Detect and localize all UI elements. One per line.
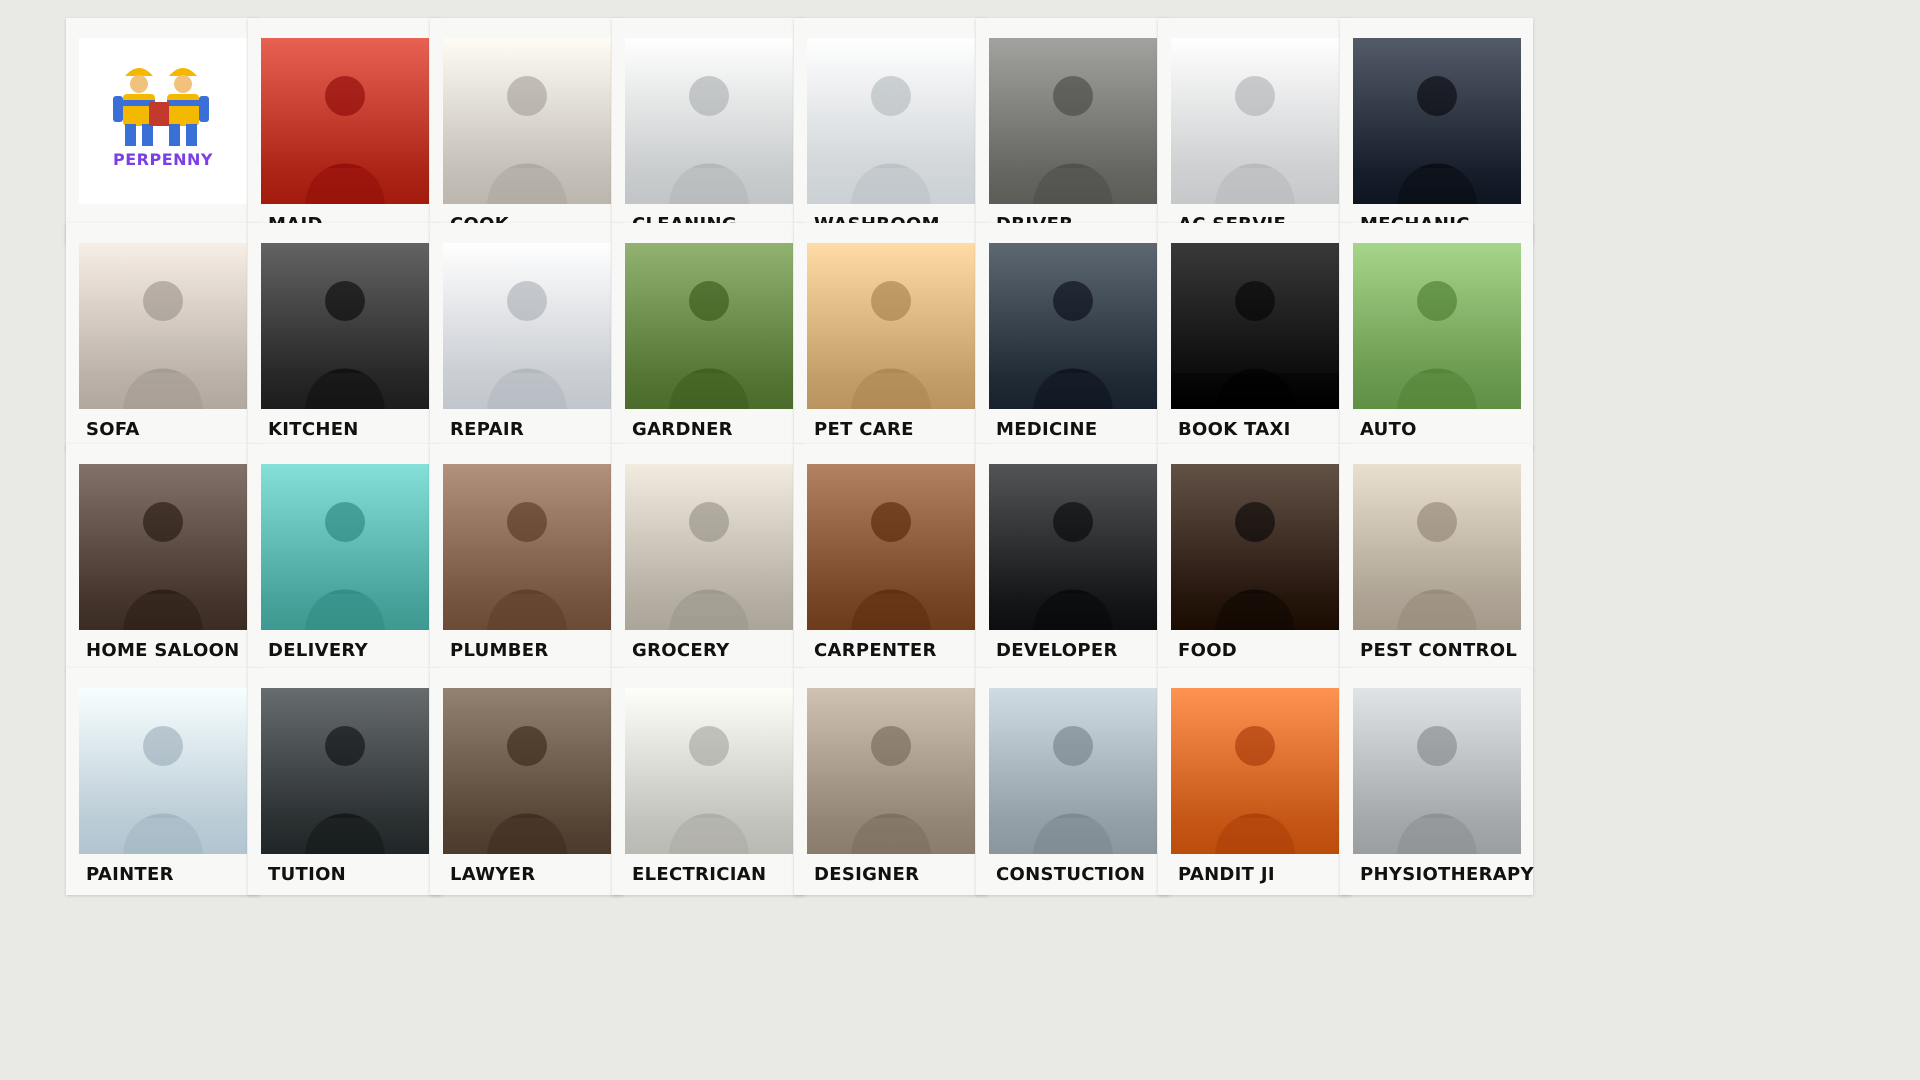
service-label: TUTION bbox=[268, 864, 347, 885]
medicine-box-photo bbox=[989, 243, 1157, 409]
lawyer-desk-photo bbox=[443, 688, 611, 854]
service-label: FOOD bbox=[1178, 640, 1238, 661]
service-card-grocery[interactable]: GROCERY bbox=[612, 444, 805, 671]
service-card-constuction[interactable]: CONSTUCTION bbox=[976, 668, 1169, 895]
service-card-home-saloon[interactable]: HOME SALOON bbox=[66, 444, 259, 671]
service-card-ac-servie[interactable]: AC SERVIE bbox=[1158, 18, 1351, 245]
service-label: ELECTRICIAN bbox=[632, 864, 767, 885]
designers-table-photo bbox=[807, 688, 975, 854]
service-card-auto[interactable]: AUTO bbox=[1340, 223, 1533, 450]
pandit-photo bbox=[1171, 688, 1339, 854]
service-card-electrician[interactable]: ELECTRICIAN bbox=[612, 668, 805, 895]
service-card-gardner[interactable]: GARDNER bbox=[612, 223, 805, 450]
electrician-photo bbox=[625, 688, 793, 854]
service-grid: PERPENNY MAIDCOOKCLEANINGWASHROOMDRIVERAC… bbox=[0, 0, 1920, 1080]
construction-site-photo bbox=[989, 688, 1157, 854]
mopping-photo bbox=[625, 38, 793, 204]
service-card-sofa[interactable]: SOFA bbox=[66, 223, 259, 450]
grocery-delivery-photo bbox=[625, 464, 793, 630]
service-card-maid[interactable]: MAID bbox=[248, 18, 441, 245]
physio-photo bbox=[1353, 688, 1521, 854]
service-card-cleaning[interactable]: CLEANING bbox=[612, 18, 805, 245]
wall-painter-photo bbox=[79, 688, 247, 854]
carpenter-photo bbox=[807, 464, 975, 630]
service-card-mechanic[interactable]: MECHANIC bbox=[1340, 18, 1533, 245]
service-card-driver[interactable]: DRIVER bbox=[976, 18, 1169, 245]
parcel-delivery-photo bbox=[261, 464, 429, 630]
service-label: HOME SALOON bbox=[86, 640, 240, 661]
service-card-food[interactable]: FOOD bbox=[1158, 444, 1351, 671]
chef-photo bbox=[443, 38, 611, 204]
service-card-repair[interactable]: REPAIR bbox=[430, 223, 623, 450]
brand-logo-image: PERPENNY bbox=[79, 38, 247, 204]
service-label: AUTO bbox=[1360, 419, 1417, 440]
service-label: PAINTER bbox=[86, 864, 174, 885]
service-label: REPAIR bbox=[450, 419, 524, 440]
service-card-physiotherapy[interactable]: PHYSIOTHERAPY bbox=[1340, 668, 1534, 895]
taxi-sign-photo bbox=[1171, 243, 1339, 409]
service-card-washroom[interactable]: WASHROOM bbox=[794, 18, 987, 245]
service-label: PHYSIOTHERAPY bbox=[1360, 864, 1534, 885]
workers-logo-icon bbox=[113, 68, 209, 146]
service-label: CARPENTER bbox=[814, 640, 937, 661]
maid-photo bbox=[261, 38, 429, 204]
service-card-tution[interactable]: TUTION bbox=[248, 668, 441, 895]
sink-cleaning-photo bbox=[807, 38, 975, 204]
service-label: LAWYER bbox=[450, 864, 536, 885]
service-card-pandit-ji[interactable]: PANDIT JI bbox=[1158, 668, 1351, 895]
service-card-plumber[interactable]: PLUMBER bbox=[430, 444, 623, 671]
garden-photo bbox=[625, 243, 793, 409]
brand-logo-card[interactable]: PERPENNY bbox=[66, 18, 259, 245]
service-label: PEST CONTROL bbox=[1360, 640, 1518, 661]
service-label: PET CARE bbox=[814, 419, 914, 440]
stove-cleaning-photo bbox=[261, 243, 429, 409]
pest-spray-photo bbox=[1353, 464, 1521, 630]
service-card-pet-care[interactable]: PET CARE bbox=[794, 223, 987, 450]
car-driver-photo bbox=[989, 38, 1157, 204]
service-label: PLUMBER bbox=[450, 640, 549, 661]
service-label: PANDIT JI bbox=[1178, 864, 1275, 885]
service-label: SOFA bbox=[86, 419, 140, 440]
service-label: BOOK TAXI bbox=[1178, 419, 1291, 440]
brand-name: PERPENNY bbox=[113, 150, 213, 169]
service-card-medicine[interactable]: MEDICINE bbox=[976, 223, 1169, 450]
service-label: KITCHEN bbox=[268, 419, 359, 440]
service-card-designer[interactable]: DESIGNER bbox=[794, 668, 987, 895]
service-card-kitchen[interactable]: KITCHEN bbox=[248, 223, 441, 450]
service-card-developer[interactable]: DEVELOPER bbox=[976, 444, 1169, 671]
service-label: GROCERY bbox=[632, 640, 730, 661]
service-label: DEVELOPER bbox=[996, 640, 1118, 661]
hair-salon-photo bbox=[79, 464, 247, 630]
laptop-code-photo bbox=[989, 464, 1157, 630]
sofa-vacuum-photo bbox=[79, 243, 247, 409]
food-bowls-photo bbox=[1171, 464, 1339, 630]
service-card-painter[interactable]: PAINTER bbox=[66, 668, 259, 895]
service-card-carpenter[interactable]: CARPENTER bbox=[794, 444, 987, 671]
service-card-pest-control[interactable]: PEST CONTROL bbox=[1340, 444, 1533, 671]
service-label: MEDICINE bbox=[996, 419, 1098, 440]
service-label: DELIVERY bbox=[268, 640, 368, 661]
service-card-book-taxi[interactable]: BOOK TAXI bbox=[1158, 223, 1351, 450]
service-label: GARDNER bbox=[632, 419, 733, 440]
service-label: DESIGNER bbox=[814, 864, 920, 885]
service-card-lawyer[interactable]: LAWYER bbox=[430, 668, 623, 895]
tutor-photo bbox=[261, 688, 429, 854]
washer-repair-photo bbox=[443, 243, 611, 409]
mechanic-photo bbox=[1353, 38, 1521, 204]
service-card-cook[interactable]: COOK bbox=[430, 18, 623, 245]
ac-unit-photo bbox=[1171, 38, 1339, 204]
dog-walking-photo bbox=[807, 243, 975, 409]
plumber-photo bbox=[443, 464, 611, 630]
service-label: CONSTUCTION bbox=[996, 864, 1146, 885]
service-card-delivery[interactable]: DELIVERY bbox=[248, 444, 441, 671]
auto-rickshaw-photo bbox=[1353, 243, 1521, 409]
